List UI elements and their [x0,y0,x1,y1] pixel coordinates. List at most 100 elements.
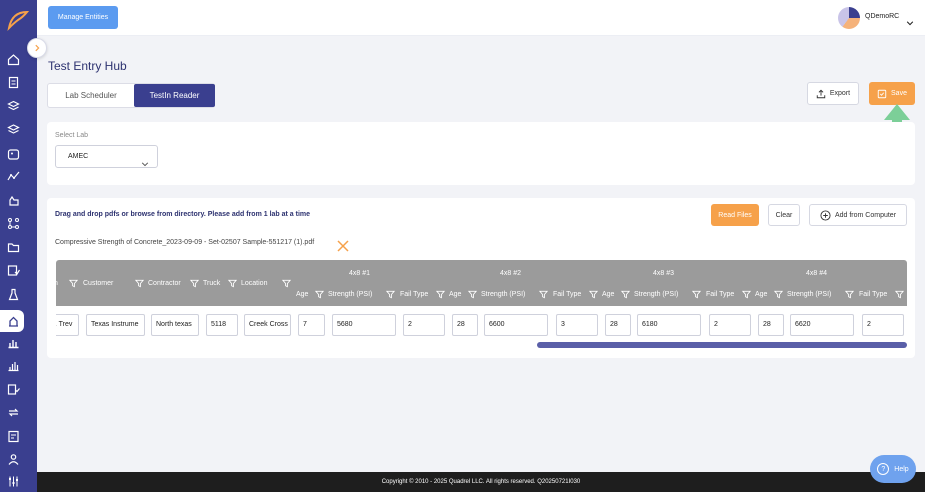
filter-icon[interactable] [69,279,78,288]
th-strength: Strength (PSI) [787,291,832,298]
th-fail-type: Fail Type [553,291,582,298]
cell-fail-1[interactable]: 2 [403,314,445,336]
drop-instructions: Drag and drop pdfs or browse from direct… [55,211,311,218]
cell-n[interactable]: n. Trev [56,314,79,336]
tab-group: Lab Scheduler TestIn Reader [47,83,215,108]
cell-fail-4[interactable]: 2 [862,314,904,336]
save-button[interactable]: Save [869,82,915,105]
export-button[interactable]: Export [807,82,859,105]
home-icon[interactable] [7,53,20,66]
cell-fail-2[interactable]: 3 [556,314,598,336]
horizontal-scrollbar[interactable] [537,342,907,348]
sidebar-toggle-button[interactable] [27,38,47,58]
layers-icon[interactable] [7,123,20,136]
filter-icon[interactable] [228,279,237,288]
th-n: n [56,280,58,287]
hand-icon[interactable] [7,194,20,207]
th-truck: Truck [203,280,221,287]
filter-icon[interactable] [589,290,598,299]
table-row: n. Trev Texas Instrume North texas 5118 … [56,306,907,340]
flask-icon[interactable] [7,288,20,301]
chevron-down-icon [141,153,149,167]
manage-entities-button[interactable]: Manage Entities [48,6,118,29]
image-icon[interactable] [7,148,20,161]
cell-age-3[interactable]: 28 [605,314,631,336]
filter-icon[interactable] [190,279,199,288]
cell-strength-1[interactable]: 5680 [332,314,396,336]
logo-icon[interactable] [6,8,30,32]
filter-icon[interactable] [742,290,751,299]
avatar[interactable] [838,7,860,29]
cell-age-2[interactable]: 28 [452,314,478,336]
results-table: 4x8 #1 4x8 #2 4x8 #3 4x8 #4 n Customer C… [56,260,907,350]
table-header: 4x8 #1 4x8 #2 4x8 #3 4x8 #4 n Customer C… [56,260,907,306]
filter-icon[interactable] [282,279,291,288]
sidebar [0,0,37,492]
user-name[interactable]: QDemoRC [865,13,899,20]
column-chart-icon[interactable] [7,359,20,372]
lab-select[interactable]: AMEC [55,145,158,168]
filter-icon[interactable] [621,290,630,299]
footer: Copyright © 2010 - 2025 Quadrel LLC. All… [37,472,925,492]
th-contractor: Contractor [148,280,181,287]
remove-file-close-icon[interactable] [337,237,349,252]
cell-fail-3[interactable]: 2 [709,314,751,336]
cell-strength-4[interactable]: 6620 [790,314,854,336]
help-button[interactable]: ? Help [870,455,916,483]
filter-icon[interactable] [774,290,783,299]
filter-icon[interactable] [539,290,548,299]
layers-plus-icon[interactable] [7,99,20,112]
read-files-button[interactable]: Read Files [711,204,759,226]
question-icon: ? [877,463,890,475]
cell-age-1[interactable]: 7 [298,314,325,336]
filter-icon[interactable] [386,290,395,299]
add-from-computer-button[interactable]: Add from Computer [809,204,907,226]
save-label: Save [891,90,907,97]
group-header-3: 4x8 #3 [653,270,675,277]
cell-truck[interactable]: 5118 [206,314,238,336]
person-icon[interactable] [7,453,20,466]
cell-customer[interactable]: Texas Instrume [86,314,145,336]
plus-circle-icon [820,209,831,221]
export-label: Export [829,90,851,97]
network-icon[interactable] [7,217,20,230]
group-header-4: 4x8 #4 [806,270,828,277]
filter-icon[interactable] [315,290,324,299]
top-bar: Manage Entities QDemoRC [37,0,925,36]
tab-testin-reader[interactable]: TestIn Reader [134,84,215,107]
group-header-1: 4x8 #1 [349,270,371,277]
filter-icon[interactable] [692,290,701,299]
th-strength: Strength (PSI) [481,291,526,298]
cell-strength-2[interactable]: 6600 [484,314,548,336]
th-age: Age [755,291,768,298]
graph-icon[interactable] [7,170,20,183]
clear-button[interactable]: Clear [768,204,800,226]
th-age: Age [602,291,615,298]
th-customer: Customer [83,280,114,287]
settings-sliders-icon[interactable] [7,475,20,488]
th-location: Location [241,280,268,287]
lab-icon[interactable] [7,315,20,328]
check-doc-icon[interactable] [7,264,20,277]
th-fail-type: Fail Type [706,291,735,298]
bar-chart-icon[interactable] [7,336,20,349]
document-icon[interactable] [7,76,20,89]
tab-lab-scheduler[interactable]: Lab Scheduler [48,84,134,107]
chevron-down-icon[interactable] [906,12,914,26]
filter-icon[interactable] [436,290,445,299]
filter-icon[interactable] [845,290,854,299]
filter-icon[interactable] [135,279,144,288]
filter-icon[interactable] [468,290,477,299]
report-icon[interactable] [7,430,20,443]
filter-icon[interactable] [895,290,904,299]
cell-location[interactable]: Creek Cross [244,314,291,336]
cell-strength-3[interactable]: 6180 [637,314,701,336]
chevron-right-icon [35,44,40,52]
repeat-icon[interactable] [7,406,20,419]
cell-age-4[interactable]: 28 [758,314,784,336]
folder-icon[interactable] [7,241,20,254]
upload-icon [816,89,826,98]
cell-contractor[interactable]: North texas [151,314,199,336]
th-fail-type: Fail Type [400,291,429,298]
list-check-icon[interactable] [7,383,20,396]
